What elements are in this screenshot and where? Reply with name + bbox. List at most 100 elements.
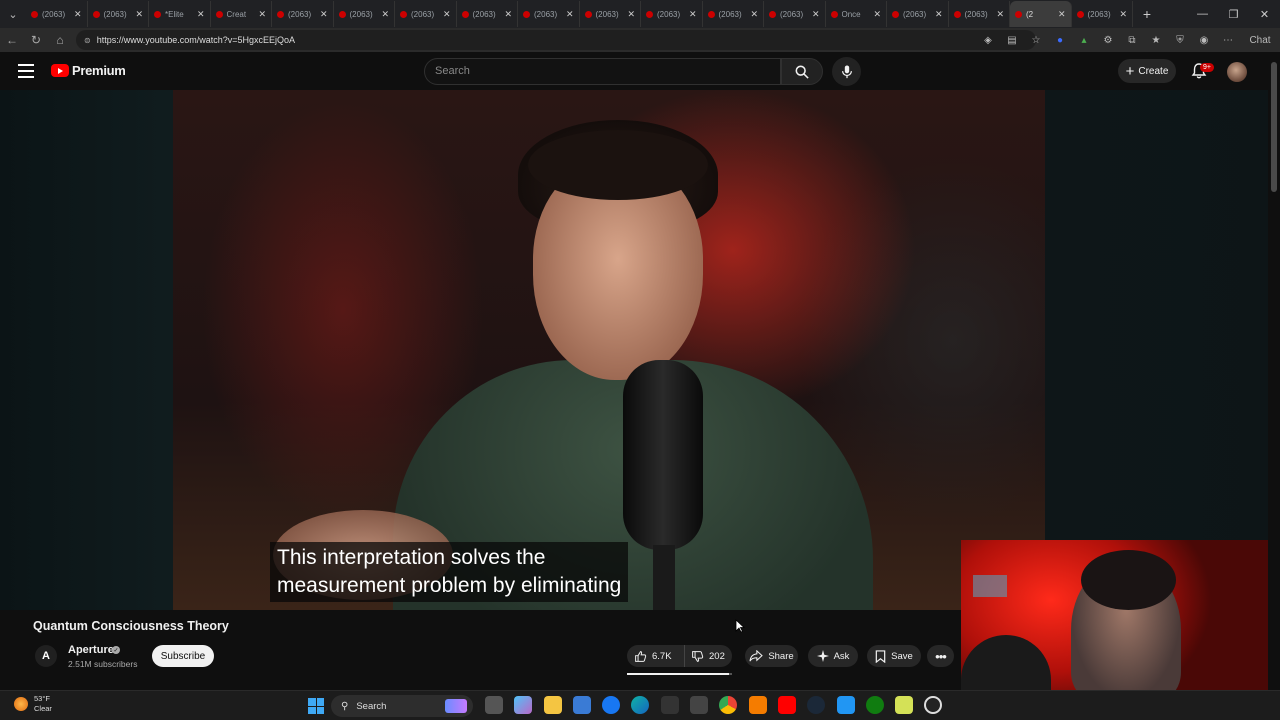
browser-tab[interactable]: (2063) ✕: [703, 1, 764, 27]
browser-tab[interactable]: (2 ✕: [1010, 1, 1072, 27]
browser-tab[interactable]: (2063) ✕: [334, 1, 395, 27]
profile-icon[interactable]: ◉: [1192, 35, 1216, 46]
tab-close-icon[interactable]: ✕: [689, 9, 697, 20]
facebook-icon[interactable]: [602, 696, 621, 714]
more-menu-icon[interactable]: ⋯: [1216, 35, 1240, 46]
ask-button[interactable]: Ask: [808, 645, 858, 667]
tab-close-icon[interactable]: ✕: [135, 9, 143, 20]
menu-icon[interactable]: [18, 64, 34, 78]
tab-close-icon[interactable]: ✕: [750, 9, 758, 20]
site-info-icon[interactable]: ⊜: [84, 36, 91, 45]
task-view-icon[interactable]: [485, 696, 503, 714]
steam-icon[interactable]: [807, 696, 826, 714]
weather-widget[interactable]: 53°F Clear: [14, 694, 52, 714]
url-field[interactable]: ⊜ https://www.youtube.com/watch?v=5HgxcE…: [76, 30, 1036, 50]
voice-search-button[interactable]: [832, 57, 861, 86]
chrome-icon[interactable]: [719, 696, 738, 714]
create-button[interactable]: + Create: [1118, 59, 1176, 83]
home-icon[interactable]: ⌂: [48, 28, 72, 52]
tab-close-icon[interactable]: ✕: [1058, 9, 1066, 20]
plus-icon: +: [1125, 62, 1135, 80]
shield-icon[interactable]: ⛨: [1168, 35, 1192, 46]
collections-icon[interactable]: ⧉: [1120, 35, 1144, 46]
copilot-icon[interactable]: [514, 696, 533, 714]
tab-close-icon[interactable]: ✕: [381, 9, 389, 20]
tab-close-icon[interactable]: ✕: [443, 9, 451, 20]
subscribe-button[interactable]: Subscribe: [152, 645, 214, 667]
browser-tab[interactable]: (2063) ✕: [1072, 1, 1133, 27]
restore-icon[interactable]: ❐: [1218, 0, 1249, 28]
translate-icon[interactable]: ◈: [976, 35, 1000, 46]
youtube-app-icon[interactable]: [777, 696, 796, 714]
tab-close-icon[interactable]: ✕: [320, 9, 328, 20]
extension-2-icon[interactable]: ▴: [1072, 35, 1096, 46]
tab-close-icon[interactable]: ✕: [996, 9, 1004, 20]
channel-avatar[interactable]: A: [35, 645, 57, 667]
new-tab-button[interactable]: +: [1133, 6, 1161, 22]
browser-tab[interactable]: (2063) ✕: [949, 1, 1010, 27]
page-scrollbar[interactable]: [1268, 52, 1280, 690]
tab-close-icon[interactable]: ✕: [74, 9, 82, 20]
calculator-icon[interactable]: [690, 696, 709, 714]
create-label: Create: [1138, 65, 1169, 77]
browser-tab[interactable]: (2063) ✕: [887, 1, 949, 27]
tab-close-icon[interactable]: ✕: [258, 9, 266, 20]
tab-close-icon[interactable]: ✕: [504, 9, 512, 20]
xbox-icon[interactable]: [865, 696, 884, 714]
browser-tab[interactable]: (2063) ✕: [641, 1, 703, 27]
tab-close-icon[interactable]: ✕: [873, 9, 881, 20]
browser-tab[interactable]: (2063) ✕: [272, 1, 334, 27]
amazon-icon[interactable]: [660, 696, 679, 714]
extensions-icon[interactable]: ⚙: [1096, 35, 1120, 46]
close-window-icon[interactable]: ✕: [1249, 0, 1280, 28]
browser-tab[interactable]: (2063) ✕: [518, 1, 580, 27]
tab-close-icon[interactable]: ✕: [812, 9, 820, 20]
channel-name[interactable]: Aperture: [68, 644, 114, 656]
tab-close-icon[interactable]: ✕: [627, 9, 635, 20]
favorite-star-icon[interactable]: ☆: [1024, 35, 1048, 46]
browser-tab[interactable]: Creat ✕: [211, 1, 272, 27]
youtube-logo[interactable]: Premium: [51, 63, 126, 78]
dislike-button[interactable]: 202: [685, 650, 725, 663]
edge-icon[interactable]: [631, 696, 650, 714]
search-button[interactable]: [781, 58, 823, 85]
search-input[interactable]: Search: [424, 58, 781, 85]
file-explorer-icon[interactable]: [543, 696, 562, 714]
windows-start-icon[interactable]: [308, 698, 324, 714]
tab-title: (2063): [595, 9, 619, 19]
browser-tab[interactable]: (2063) ✕: [764, 1, 826, 27]
notes-icon[interactable]: [895, 696, 914, 714]
tab-close-icon[interactable]: ✕: [1119, 9, 1127, 20]
copilot-chat-button[interactable]: Chat: [1240, 35, 1280, 46]
tab-close-icon[interactable]: ✕: [197, 9, 205, 20]
microsoft-store-icon[interactable]: [572, 696, 591, 714]
browser-tab[interactable]: (2063) ✕: [395, 1, 457, 27]
video-player[interactable]: [173, 90, 1045, 610]
browser-tab[interactable]: (2063) ✕: [26, 1, 88, 27]
tab-favicon-icon: [830, 10, 838, 18]
browser-tab[interactable]: (2063) ✕: [580, 1, 641, 27]
vlc-icon[interactable]: [748, 696, 767, 714]
browser-tab[interactable]: Once ✕: [826, 1, 887, 27]
browser-tab[interactable]: *Elite ✕: [149, 1, 211, 27]
tab-close-icon[interactable]: ✕: [935, 9, 943, 20]
taskbar-search[interactable]: ⚲ Search: [331, 695, 473, 717]
reader-icon[interactable]: ▤: [1000, 35, 1024, 46]
tab-close-icon[interactable]: ✕: [566, 9, 574, 20]
obs-icon[interactable]: [924, 696, 943, 714]
reload-icon[interactable]: ↻: [24, 28, 48, 52]
account-avatar[interactable]: [1227, 62, 1247, 82]
like-button[interactable]: 6.7K: [627, 645, 685, 667]
browser-tab[interactable]: (2063) ✕: [88, 1, 149, 27]
back-icon[interactable]: ←: [0, 28, 24, 52]
app-icon[interactable]: [836, 696, 855, 714]
scrollbar-thumb[interactable]: [1271, 62, 1277, 192]
browser-tab[interactable]: (2063) ✕: [457, 1, 518, 27]
more-actions-button[interactable]: •••: [927, 645, 954, 667]
save-button[interactable]: Save: [867, 645, 921, 667]
minimize-icon[interactable]: —: [1187, 0, 1218, 28]
extension-1-icon[interactable]: ●: [1048, 35, 1072, 46]
favorites-icon[interactable]: ★: [1144, 35, 1168, 46]
tab-list-icon[interactable]: ⌄: [0, 0, 26, 28]
share-button[interactable]: Share: [745, 645, 798, 667]
